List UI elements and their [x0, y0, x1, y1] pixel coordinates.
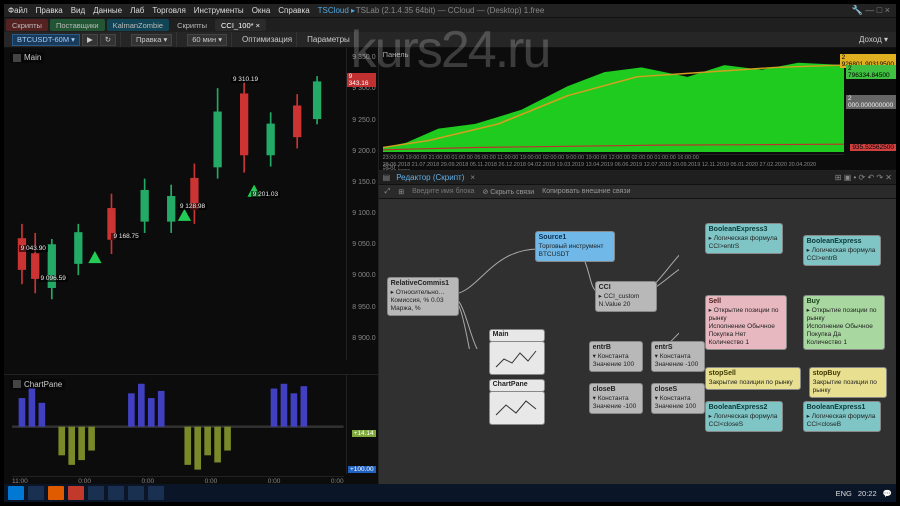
node-entrB[interactable]: entrB ▾ Константа Значение 100 [589, 341, 643, 372]
script-canvas[interactable]: RelativeCommis1 ▸ Относительно… Комиссия… [379, 199, 896, 488]
tab-scripts2[interactable]: Скрипты [171, 19, 213, 31]
taskbar-icon[interactable] [128, 486, 144, 500]
node-boolexpr3[interactable]: BooleanExpress3 ▸ Логическая формула CCI… [705, 223, 783, 254]
taskbar-icon[interactable] [88, 486, 104, 500]
taskbar-icon[interactable] [28, 486, 44, 500]
last-price-tag: 9 343.16 [347, 73, 376, 87]
reload-button[interactable]: ↻ [100, 34, 116, 46]
price-label: 9 201.03 [251, 191, 280, 198]
node-sell[interactable]: Sell ▸ Открытие позиции по рынку Исполне… [705, 295, 787, 350]
histogram-svg [12, 379, 344, 474]
node-main[interactable]: Main [489, 329, 545, 342]
start-button[interactable] [8, 486, 24, 500]
mode-select[interactable]: Правка ▾ [131, 34, 172, 46]
node-stopsell[interactable]: stopSell Закрытие позиции по рынку [705, 367, 801, 390]
node-relative-commission[interactable]: RelativeCommis1 ▸ Относительно… Комиссия… [387, 277, 459, 316]
instrument-picker[interactable]: BTCUSDT-60M ▾ [12, 34, 80, 46]
tray-notifications-icon[interactable]: 💬 [883, 489, 892, 498]
toolbar: BTCUSDT-60M ▾ ▶ ↻ Правка ▾ 60 мин ▾ Опти… [4, 32, 896, 48]
tray-time[interactable]: 20:22 [858, 489, 877, 498]
node-buy[interactable]: Buy ▸ Открытие позиции по рынку Исполнен… [803, 295, 885, 350]
tab-scripts[interactable]: Скрипты [6, 19, 48, 31]
editor-title: Редактор (Скрипт) [396, 173, 464, 182]
taskbar-icon[interactable] [48, 486, 64, 500]
taskbar-icon[interactable] [68, 486, 84, 500]
menu-tools[interactable]: Инструменты [194, 6, 244, 15]
tab-providers[interactable]: Поставщики [50, 19, 105, 31]
menu-tscloud[interactable]: TSCloud ▸ [318, 6, 355, 15]
y-axis: 9 350.0 9 300.0 9 250.0 9 200.0 9 150.0 … [346, 48, 378, 360]
menu-file[interactable]: Файл [8, 6, 28, 15]
right-panel-selector[interactable]: Доход ▾ [859, 35, 888, 44]
node-boolexpr[interactable]: BooleanExpress ▸ Логическая формула CCI>… [803, 235, 881, 266]
node-boolexpr2[interactable]: BooleanExpress2 ▸ Логическая формула CCI… [705, 401, 783, 432]
chart-column: Main [4, 48, 379, 488]
windows-taskbar: ENG 20:22 💬 [4, 484, 896, 502]
price-label: 9 168.75 [111, 233, 140, 240]
ind-y-axis: +14.14 +100.00 [346, 375, 378, 474]
node-cci[interactable]: CCI ▸ CCI_custom N.Value 20 [595, 281, 657, 312]
menu-help[interactable]: Справка [278, 6, 309, 15]
price-label: 9 310.19 [231, 76, 260, 83]
menu-trade[interactable]: Торговля [152, 6, 185, 15]
search-block[interactable]: Введите имя блока [412, 188, 474, 195]
timeframe-select[interactable]: 60 мин ▾ [187, 34, 227, 46]
taskbar-icon[interactable] [108, 486, 124, 500]
node-boolexpr1[interactable]: BooleanExpress1 ▸ Логическая формула CCI… [803, 401, 881, 432]
edges [379, 199, 679, 349]
node-main-preview[interactable] [489, 341, 545, 375]
menu-edit[interactable]: Правка [36, 6, 63, 15]
node-stopbuy[interactable]: stopBuy Закрытие позиции по рынку [809, 367, 887, 398]
tabbar: Скрипты Поставщики KalmanZombie Скрипты … [4, 18, 896, 32]
tool-expand[interactable]: ⤢ [385, 188, 391, 196]
run-button[interactable]: ▶ [82, 34, 98, 46]
tool-hide-links[interactable]: ⊘ Скрыть связи [482, 188, 534, 196]
editor-header-icons[interactable]: ⊞ ▣ • ⟳ ↶ ↷ ✕ [835, 173, 892, 182]
tool-copy-ext[interactable]: Копировать внешние связи [542, 188, 630, 195]
node-chartpane-preview[interactable] [489, 391, 545, 425]
indicator-chart[interactable]: ChartPane +14.14 +100.00 [4, 374, 378, 488]
equity-sublabel: SD0 ↑ [383, 164, 401, 171]
editor-header: ▤ Редактор (Скрипт) × ⊞ ▣ • ⟳ ↶ ↷ ✕ [379, 171, 896, 185]
menu-windows[interactable]: Окна [252, 6, 271, 15]
tab-kalman[interactable]: KalmanZombie [107, 19, 169, 31]
price-label: 9 043.90 [19, 245, 48, 252]
candlestick-chart[interactable]: Main [4, 48, 378, 374]
tab-cci100[interactable]: CCI_100* × [215, 19, 266, 31]
window-controls: 🔧 — □ × [852, 5, 890, 16]
node-source[interactable]: Source1 Торговый инструмент BTCUSDT [535, 231, 615, 262]
taskbar-icon[interactable] [148, 486, 164, 500]
node-entrS[interactable]: entrS ▾ Константа Значение -100 [651, 341, 705, 372]
equity-xaxis: 23:00:00 19:00:00 21:00:00 01:00:00 05:0… [383, 154, 844, 170]
menubar: Файл Правка Вид Данные Лаб Торговля Инст… [4, 4, 896, 18]
node-closeS[interactable]: closeS ▾ Константа Значение 100 [651, 383, 705, 414]
equity-svg [383, 58, 844, 152]
tb-opt[interactable]: Оптимизация [242, 35, 292, 44]
menu-view[interactable]: Вид [71, 6, 85, 15]
tb-params[interactable]: Параметры [307, 35, 350, 44]
equity-chart[interactable]: Панель 2 926801.90319500 2 796334.84500 … [379, 48, 896, 171]
tool-grid[interactable]: ⊞ [398, 188, 404, 196]
equity-yaxis: 2 926801.90319500 2 796334.84500 2 000.0… [846, 48, 896, 154]
editor-tools: ⤢ ⊞ Введите имя блока ⊘ Скрыть связи Коп… [379, 185, 896, 199]
price-label: 9 128.98 [178, 203, 207, 210]
tray-lang[interactable]: ENG [836, 489, 852, 498]
node-chartpane[interactable]: ChartPane [489, 379, 545, 392]
menu-lab[interactable]: Лаб [130, 6, 144, 15]
menu-data[interactable]: Данные [93, 6, 122, 15]
node-closeB[interactable]: closeB ▾ Константа Значение -100 [589, 383, 643, 414]
price-label: 9 096.59 [39, 275, 68, 282]
